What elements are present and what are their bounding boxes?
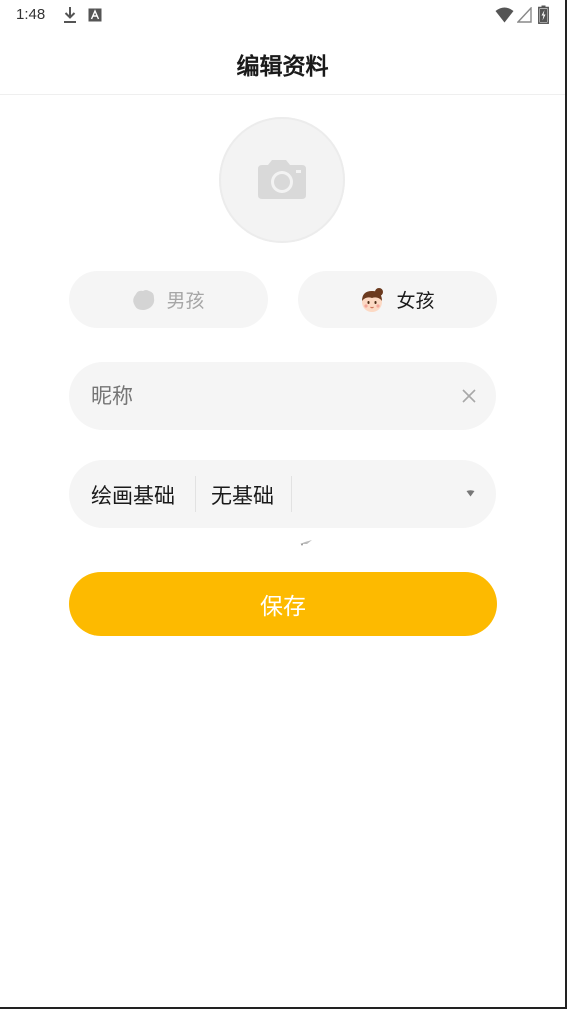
status-bar: 1:48: [0, 0, 565, 30]
divider: [195, 476, 196, 512]
dropdown-arrow-icon[interactable]: [466, 490, 475, 497]
gender-girl-button[interactable]: 女孩: [298, 271, 497, 328]
boy-avatar-icon: [133, 289, 155, 310]
download-icon: [64, 7, 76, 23]
nickname-input[interactable]: [91, 362, 451, 430]
gender-girl-label: 女孩: [396, 290, 435, 312]
signal-icon: [517, 7, 532, 23]
status-time: 1:48: [16, 6, 46, 23]
drawing-base-label: 绘画基础: [91, 484, 175, 508]
divider: [291, 476, 292, 512]
clear-icon[interactable]: [462, 389, 476, 403]
drawing-base-value: 无基础: [211, 484, 274, 508]
avatar-upload[interactable]: [219, 117, 345, 243]
battery-charging-icon: [538, 5, 549, 24]
page-title: 编辑资料: [236, 54, 329, 80]
gender-boy-button[interactable]: 男孩: [69, 271, 268, 328]
drawing-base-select[interactable]: 绘画基础 无基础: [69, 460, 496, 528]
gender-boy-label: 男孩: [166, 290, 205, 312]
a-badge-icon: [88, 8, 102, 22]
title-bar: 编辑资料: [0, 30, 565, 95]
wifi-icon: [495, 7, 514, 23]
nickname-field: [69, 362, 496, 430]
girl-avatar-icon: [362, 287, 384, 312]
camera-icon: [258, 160, 306, 199]
decorative-mark: [300, 540, 312, 546]
save-button[interactable]: 保存: [69, 572, 497, 636]
